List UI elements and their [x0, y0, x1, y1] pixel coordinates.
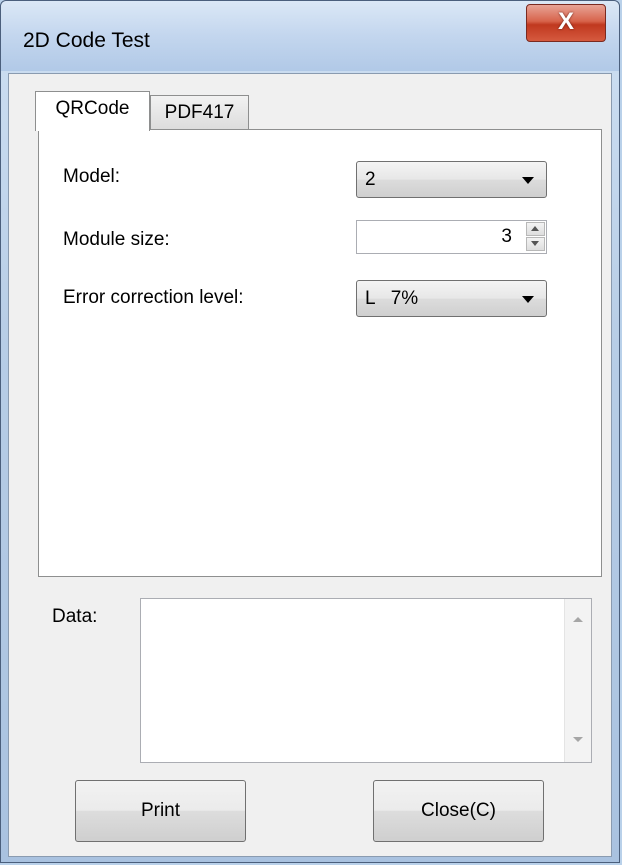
model-label: Model:	[63, 166, 121, 187]
model-select[interactable]: 2	[356, 161, 547, 198]
error-correction-label: Error correction level:	[63, 287, 244, 308]
dialog-window: 2D Code Test X QRCode PDF417 Model: 2 Mo…	[0, 0, 620, 863]
data-scrollbar[interactable]	[564, 599, 591, 762]
print-button[interactable]: Print	[75, 780, 246, 842]
error-correction-value: L 7%	[365, 288, 419, 309]
spin-down-button[interactable]	[526, 237, 545, 251]
dropdown-arrow-icon	[522, 296, 534, 303]
module-size-label: Module size:	[63, 229, 170, 250]
module-size-value: 3	[501, 226, 512, 247]
spin-down-icon	[531, 241, 539, 246]
data-label: Data:	[52, 606, 98, 627]
close-icon: X	[557, 8, 574, 35]
scroll-down-icon[interactable]	[573, 737, 583, 742]
model-select-value: 2	[365, 169, 376, 190]
title-bar[interactable]: 2D Code Test X	[1, 1, 619, 71]
qrcode-tab-panel: Model: 2 Module size: 3 Error correction…	[38, 129, 602, 577]
spin-up-icon	[531, 226, 539, 231]
close-button[interactable]: Close(C)	[373, 780, 544, 842]
tab-qrcode[interactable]: QRCode	[35, 91, 150, 131]
dialog-client-area: QRCode PDF417 Model: 2 Module size: 3 Er…	[8, 73, 612, 857]
error-correction-select[interactable]: L 7%	[356, 280, 547, 317]
dropdown-arrow-icon	[522, 177, 534, 184]
window-title: 2D Code Test	[23, 29, 150, 52]
data-textarea[interactable]	[140, 598, 592, 763]
spin-up-button[interactable]	[526, 222, 545, 236]
module-size-spinner[interactable]: 3	[356, 220, 547, 254]
tab-pdf417[interactable]: PDF417	[150, 95, 249, 130]
close-window-button[interactable]: X	[526, 4, 606, 42]
scroll-up-icon[interactable]	[573, 617, 583, 622]
